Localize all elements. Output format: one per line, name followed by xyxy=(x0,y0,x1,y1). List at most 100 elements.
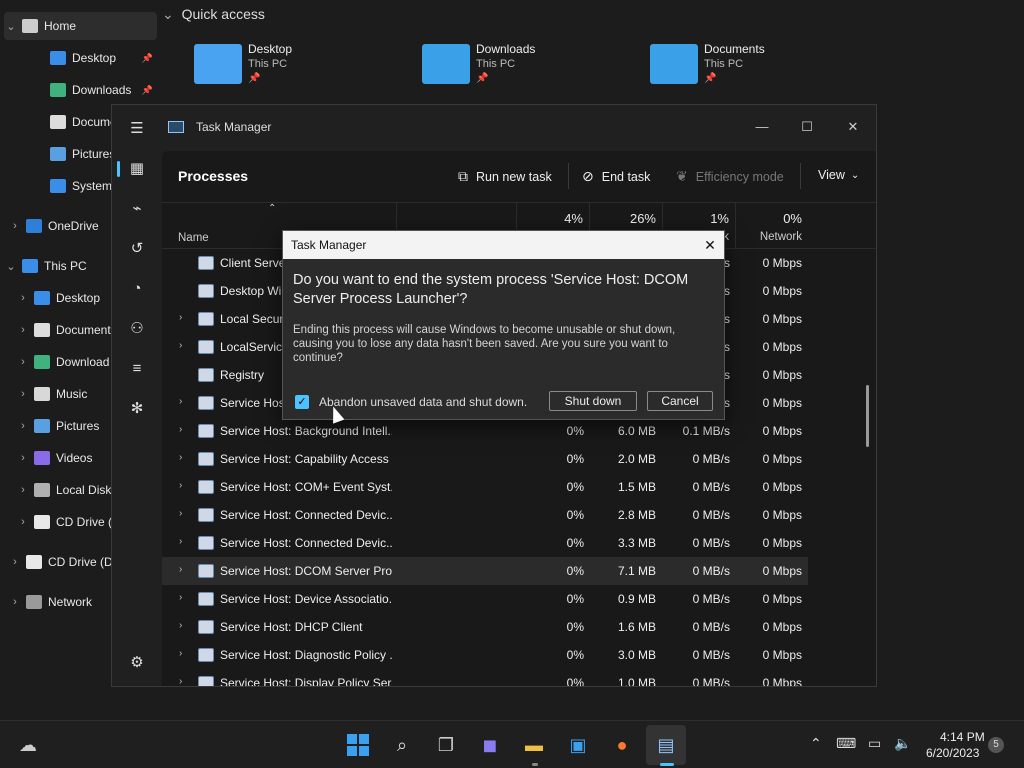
chevron-right-icon[interactable]: › xyxy=(16,516,30,528)
shut-down-button[interactable]: Shut down xyxy=(549,391,637,411)
process-icon xyxy=(198,452,214,466)
minimize-button[interactable]: — xyxy=(739,113,785,141)
app-history-icon[interactable]: ↺ xyxy=(124,235,150,261)
quick-access-item[interactable]: Downloads This PC 📌 xyxy=(422,42,622,92)
teams-chat-icon[interactable]: ◼ xyxy=(478,733,502,757)
cancel-button[interactable]: Cancel xyxy=(647,391,713,411)
pin-icon: 📌 xyxy=(704,73,717,84)
chevron-up-icon[interactable]: ⌃ xyxy=(810,735,822,752)
network-tray-icon[interactable]: ▭ xyxy=(868,735,881,752)
process-row[interactable]: › Service Host: Connected Devic... 0% 2.8 M… xyxy=(162,501,808,529)
chevron-right-icon[interactable]: › xyxy=(179,508,182,519)
chevron-right-icon[interactable]: › xyxy=(179,424,182,435)
close-button[interactable]: ✕ xyxy=(830,113,876,141)
process-row[interactable]: › Service Host: DHCP Client 0% 1.6 MB 0 MB/s… xyxy=(162,613,808,641)
run-new-task-button[interactable]: ⧉ Run new task xyxy=(458,168,552,185)
chevron-right-icon[interactable]: › xyxy=(179,312,182,323)
chevron-right-icon[interactable]: › xyxy=(179,676,182,686)
chevron-right-icon[interactable]: › xyxy=(16,452,30,464)
process-icon xyxy=(198,284,214,298)
chevron-right-icon[interactable]: › xyxy=(179,564,182,575)
process-row[interactable]: › Service Host: COM+ Event Syst... 0% 1.5 M… xyxy=(162,473,808,501)
chevron-right-icon[interactable]: › xyxy=(179,592,182,603)
command-separator xyxy=(568,163,569,189)
chevron-right-icon[interactable]: › xyxy=(179,536,182,547)
nav-item-label: Videos xyxy=(56,451,93,465)
task-view-icon[interactable]: ❐ xyxy=(434,733,458,757)
view-button[interactable]: View ⌄ xyxy=(818,168,859,182)
chevron-down-icon[interactable]: ⌄ xyxy=(4,260,18,273)
network-value: 0 Mbps xyxy=(762,452,802,466)
network-icon xyxy=(26,595,42,609)
process-row[interactable]: › Service Host: Connected Devic... 0% 3.3 M… xyxy=(162,529,808,557)
desktop-icon xyxy=(34,291,50,305)
settings-gear-icon[interactable]: ⚙ xyxy=(124,649,150,675)
disk-icon xyxy=(34,483,50,497)
nav-item-label: Pictures xyxy=(56,419,100,433)
keyboard-icon[interactable]: ⌨ xyxy=(836,735,856,752)
chevron-right-icon[interactable]: › xyxy=(16,292,30,304)
process-row[interactable]: › Service Host: Device Associatio... 0% 0.9… xyxy=(162,585,808,613)
chevron-right-icon[interactable]: › xyxy=(179,340,182,351)
quick-access-header[interactable]: ⌄ Quick access xyxy=(162,6,265,23)
nav-item[interactable]: Downloads 📌 xyxy=(32,76,157,104)
services-icon[interactable]: ✻ xyxy=(124,395,150,421)
task-manager-title: Task Manager xyxy=(196,120,272,134)
chevron-right-icon[interactable]: › xyxy=(179,396,182,407)
efficiency-mode-button[interactable]: ❦ Efficiency mode xyxy=(676,168,784,185)
processes-icon[interactable]: ▦ xyxy=(124,155,150,181)
chevron-right-icon[interactable]: › xyxy=(8,596,22,608)
chevron-right-icon[interactable]: › xyxy=(16,356,30,368)
chevron-right-icon[interactable]: › xyxy=(8,220,22,232)
chevron-right-icon[interactable]: › xyxy=(16,324,30,336)
weather-icon[interactable]: ☁ xyxy=(16,733,40,757)
process-row[interactable]: › Service Host: Display Policy Ser... 0% 1.… xyxy=(162,669,808,687)
chevron-right-icon[interactable]: › xyxy=(16,388,30,400)
chevron-right-icon[interactable]: › xyxy=(16,420,30,432)
nav-item[interactable]: Desktop 📌 xyxy=(32,44,157,72)
name-column-header[interactable]: Name xyxy=(178,232,209,244)
task-manager-taskbar-icon[interactable]: ▤ xyxy=(654,733,678,757)
process-row[interactable]: › Service Host: Capability Access ... 0% 2.… xyxy=(162,445,808,473)
nav-item[interactable]: ⌄ Home xyxy=(4,12,157,40)
memory-value: 6.0 MB xyxy=(617,424,656,438)
details-icon[interactable]: ≡ xyxy=(124,355,150,381)
users-icon[interactable]: ⚇ xyxy=(124,315,150,341)
performance-icon[interactable]: ⌁ xyxy=(124,195,150,221)
chevron-right-icon[interactable]: › xyxy=(179,648,182,659)
clock-time[interactable]: 4:14 PM xyxy=(940,730,985,744)
chevron-right-icon[interactable]: › xyxy=(179,480,182,491)
file-explorer-icon[interactable]: ▬ xyxy=(522,733,546,757)
process-row[interactable]: › Service Host: DCOM Server Pro... 0% 7.1 M… xyxy=(162,557,808,585)
nav-item-label: Desktop xyxy=(56,291,101,305)
quick-access-item[interactable]: Desktop This PC 📌 xyxy=(194,42,394,92)
chevron-right-icon[interactable]: › xyxy=(8,556,22,568)
firefox-icon[interactable]: ● xyxy=(610,733,634,757)
startup-apps-icon[interactable]: ◔ xyxy=(124,275,150,301)
maximize-button[interactable]: ☐ xyxy=(784,113,830,141)
search-icon[interactable]: ⌕ xyxy=(390,733,414,757)
chevron-right-icon[interactable]: › xyxy=(179,452,182,463)
disk-value: 0 MB/s xyxy=(692,592,730,606)
volume-muted-icon[interactable]: 🔈 xyxy=(894,735,911,752)
dialog-close-button[interactable]: ✕ xyxy=(699,234,721,256)
network-column-header[interactable]: 0% Network xyxy=(735,203,808,249)
hamburger-menu-icon[interactable]: ☰ xyxy=(124,115,150,141)
network-value: 0 Mbps xyxy=(762,340,802,354)
notification-badge[interactable]: 5 xyxy=(988,737,1004,753)
microsoft-store-icon[interactable]: ▣ xyxy=(566,733,590,757)
chevron-right-icon[interactable]: › xyxy=(16,484,30,496)
abandon-data-checkbox[interactable]: ✓ xyxy=(295,395,309,409)
quick-access-item[interactable]: Documents This PC 📌 xyxy=(650,42,850,92)
clock-date[interactable]: 6/20/2023 xyxy=(926,746,979,760)
command-separator xyxy=(800,163,801,189)
abandon-data-checkbox-label[interactable]: Abandon unsaved data and shut down. xyxy=(319,395,527,409)
start-button-icon[interactable] xyxy=(346,733,370,757)
process-row[interactable]: › Service Host: Background Intell... 0% 6.0… xyxy=(162,417,808,445)
end-task-button[interactable]: ⊘ End task xyxy=(582,168,650,185)
scrollbar-thumb[interactable] xyxy=(866,385,869,447)
chevron-down-icon[interactable]: ⌄ xyxy=(4,20,18,33)
network-value: 0 Mbps xyxy=(762,676,802,687)
process-row[interactable]: › Service Host: Diagnostic Policy ... 0% 3.… xyxy=(162,641,808,669)
chevron-right-icon[interactable]: › xyxy=(179,620,182,631)
